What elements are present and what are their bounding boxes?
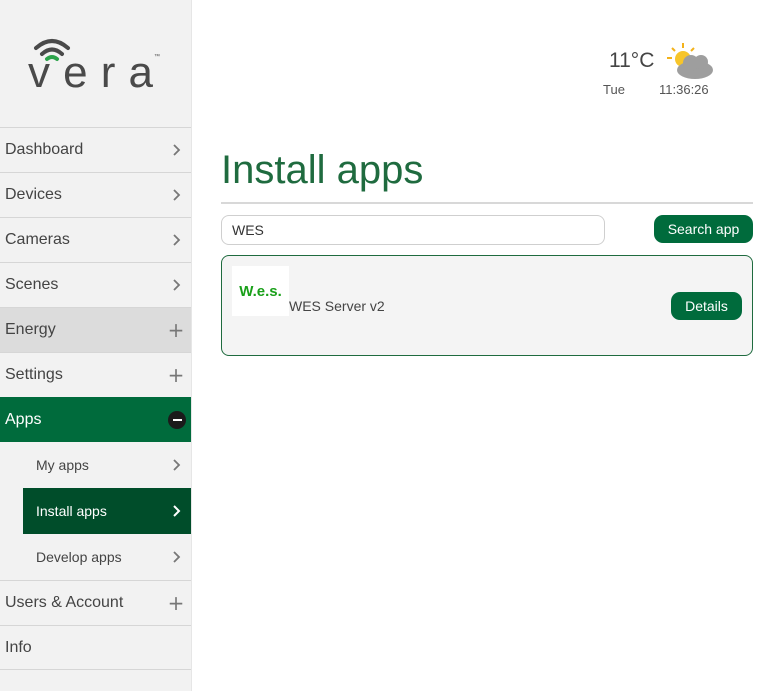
partly-cloudy-icon [667,43,713,79]
sidebar: vera ™ Dashboard Devices Cameras Scenes … [0,0,192,691]
sidebar-item-info[interactable]: Info [0,625,191,670]
sidebar-subitem-label: My apps [36,457,89,473]
plus-icon: + [167,591,185,615]
temperature: 11°C [609,49,655,72]
app-logo-text: W.e.s. [239,282,282,300]
chevron-right-icon [169,504,183,518]
chevron-right-icon [169,188,183,202]
sidebar-item-settings[interactable]: Settings + [0,352,191,397]
weather-day: Tue [603,82,625,97]
sidebar-item-label: Devices [5,186,62,203]
sidebar-item-label: Info [5,638,32,656]
plus-icon: + [167,318,185,342]
sidebar-item-apps[interactable]: Apps [0,397,191,442]
app-name: WES Server v2 [289,298,385,314]
search-input[interactable] [221,215,605,245]
plus-icon: + [167,363,185,387]
svg-text:™: ™ [154,53,160,60]
sidebar-subitem-my-apps[interactable]: My apps [0,442,191,488]
app-result-card: W.e.s. WES Server v2 Details [221,255,753,356]
sidebar-item-label: Energy [5,321,56,338]
sidebar-item-label: Apps [5,411,42,428]
chevron-right-icon [169,233,183,247]
weather-time: 11:36:26 [659,82,709,97]
chevron-right-icon [169,550,183,564]
sidebar-item-label: Settings [5,366,63,383]
sidebar-subitem-install-apps[interactable]: Install apps [23,488,191,534]
search-app-button[interactable]: Search app [654,215,753,243]
sidebar-item-label: Cameras [5,231,70,248]
sidebar-menu: Dashboard Devices Cameras Scenes Energy … [0,127,191,670]
minus-circle-icon [168,411,186,429]
sidebar-item-scenes[interactable]: Scenes [0,262,191,307]
chevron-right-icon [169,143,183,157]
title-divider [221,202,753,204]
sidebar-subitem-develop-apps[interactable]: Develop apps [0,534,191,580]
svg-text:vera: vera [28,48,154,92]
sidebar-subitem-label: Develop apps [36,549,122,565]
sidebar-item-cameras[interactable]: Cameras [0,217,191,262]
sidebar-item-devices[interactable]: Devices [0,172,191,217]
sidebar-item-dashboard[interactable]: Dashboard [0,127,191,172]
sidebar-item-users-account[interactable]: Users & Account + [0,580,191,625]
vera-logo: vera ™ [28,39,160,92]
details-button[interactable]: Details [671,292,742,320]
weather-widget: 11°C Tue 11:36:26 [603,42,723,102]
sidebar-item-label: Scenes [5,276,59,293]
chevron-right-icon [169,458,183,472]
sidebar-item-label: Dashboard [5,141,84,158]
sidebar-item-energy[interactable]: Energy + [0,307,191,352]
chevron-right-icon [169,278,183,292]
sidebar-item-label: Users & Account [5,594,124,611]
page-title: Install apps [221,148,424,192]
app-logo: W.e.s. [232,266,289,316]
sidebar-subitem-label: Install apps [36,503,107,519]
